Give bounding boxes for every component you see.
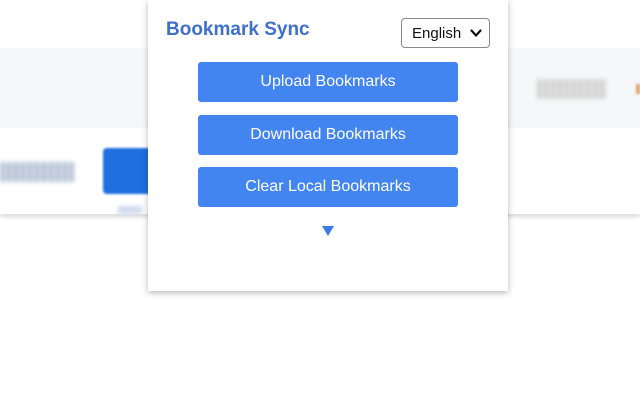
background-blurred-text-edge	[636, 84, 640, 94]
popup-title: Bookmark Sync	[166, 19, 310, 40]
expand-toggle[interactable]	[319, 223, 337, 239]
extension-popup: Bookmark Sync English Upload Bookmarks D…	[148, 0, 508, 291]
language-select[interactable]: English	[401, 18, 490, 48]
popup-header: Bookmark Sync English	[148, 0, 508, 60]
background-blurred-text	[537, 79, 607, 99]
language-select-value: English	[412, 24, 462, 42]
upload-bookmarks-button[interactable]: Upload Bookmarks	[198, 62, 458, 102]
clear-local-bookmarks-button[interactable]: Clear Local Bookmarks	[198, 167, 458, 207]
background-blurred-link	[0, 162, 74, 182]
chevron-down-icon	[470, 29, 482, 37]
download-bookmarks-button[interactable]: Download Bookmarks	[198, 115, 458, 155]
triangle-down-icon	[322, 226, 334, 236]
background-blurred-mark	[118, 206, 142, 214]
browser-page: Bookmark Sync English Upload Bookmarks D…	[0, 0, 640, 400]
